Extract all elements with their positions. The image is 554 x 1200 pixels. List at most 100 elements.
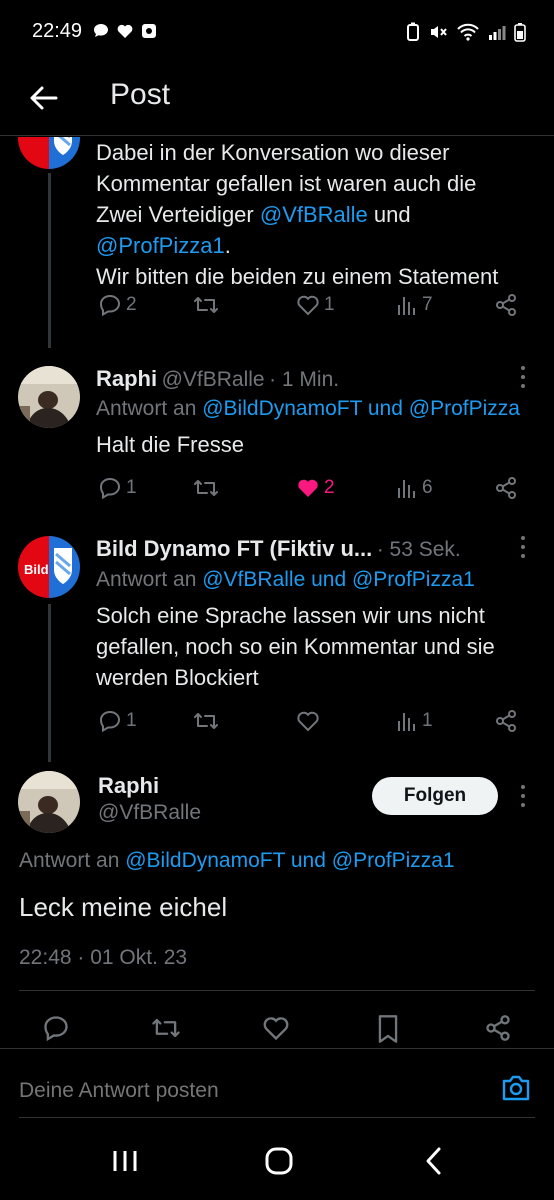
page-title: Post [110, 78, 171, 111]
tweet-text-line: gefallen, noch so ein Kommentar und sie [96, 634, 495, 659]
app-header: Post [0, 64, 554, 136]
reply-prefix: Antwort an [96, 397, 203, 420]
repost-icon[interactable] [150, 1014, 182, 1042]
divider [19, 990, 535, 991]
mute-icon [431, 26, 447, 38]
home-icon[interactable] [264, 1146, 294, 1176]
views-icon [398, 297, 415, 315]
views-icon [398, 480, 415, 498]
like-count: 1 [324, 294, 335, 315]
battery-icon [514, 23, 526, 42]
more-icon[interactable] [520, 536, 526, 558]
tweet-text-line: werden Blockiert [96, 665, 259, 690]
back-icon[interactable] [422, 1146, 446, 1176]
post-text: Leck meine eichel [19, 892, 228, 922]
more-icon[interactable] [520, 785, 526, 807]
reply-count: 1 [126, 710, 137, 731]
tweet-text-line: Zwei Verteidiger @VfBRalle und [96, 199, 498, 230]
thread-tweet[interactable]: Bild Bild Dynamo FT (Fiktiv u... · 53 Se… [0, 532, 554, 764]
reply-icon [99, 710, 121, 733]
author-name[interactable]: Raphi [96, 366, 157, 391]
tweet-actions: 1 1 [98, 709, 518, 739]
status-time: 22:49 [32, 20, 83, 42]
status-notification-icons [92, 22, 158, 40]
post-timestamp: 22:48 · 01 Okt. 23 [19, 946, 188, 969]
share-button[interactable] [494, 709, 518, 733]
repost-icon [194, 297, 218, 313]
svg-text:Bild: Bild [24, 562, 49, 577]
mention-link[interactable]: @ProfPizza1 [96, 233, 225, 258]
battery-saver-icon [407, 22, 419, 41]
reply-icon[interactable] [42, 1014, 70, 1042]
views-button[interactable]: 6 [396, 476, 433, 500]
reply-icon [99, 477, 121, 500]
status-system-icons [406, 22, 526, 42]
repost-button[interactable] [192, 476, 220, 500]
tweet-text-line: @ProfPizza1. [96, 230, 498, 261]
tweet-text: Halt die Fresse [96, 432, 244, 457]
text-fragment: Zwei Verteidiger [96, 202, 260, 227]
reply-context: Antwort an @VfBRalle und @ProfPizza1 [96, 568, 475, 592]
bookmark-icon[interactable] [375, 1014, 401, 1044]
reply-context: Antwort an @BildDynamoFT und @ProfPizza1 [19, 849, 455, 873]
chat-bubble-icon [94, 24, 108, 37]
author-handle[interactable]: @VfBRalle [162, 368, 265, 391]
author-name[interactable]: Raphi [98, 773, 159, 799]
views-count: 1 [422, 710, 433, 731]
author-handle[interactable]: @VfBRalle [98, 801, 201, 825]
text-fragment: und [367, 202, 411, 227]
heart-status-icon [117, 24, 133, 38]
share-button[interactable] [494, 476, 518, 500]
thread-tweet[interactable]: Dabei in der Konversation wo dieser Komm… [0, 137, 554, 359]
views-button[interactable]: 1 [396, 709, 433, 733]
heart-icon[interactable] [262, 1014, 290, 1042]
avatar[interactable] [18, 771, 80, 833]
like-button[interactable]: 1 [296, 293, 335, 317]
repost-icon [194, 713, 218, 729]
reply-prefix: Antwort an [19, 849, 126, 872]
signal-icon [489, 26, 506, 40]
tweet-text: Solch eine Sprache lassen wir uns nicht … [96, 600, 495, 693]
mention-link[interactable]: @VfBRalle [260, 202, 368, 227]
reply-input[interactable] [19, 1073, 459, 1109]
like-button[interactable] [296, 709, 320, 733]
tweet-text-line: Dabei in der Konversation wo dieser [96, 140, 450, 165]
avatar[interactable] [18, 137, 80, 169]
camera-icon[interactable] [500, 1073, 532, 1103]
reply-icon [99, 294, 121, 317]
share-icon[interactable] [484, 1014, 512, 1042]
reply-button[interactable]: 1 [98, 476, 137, 500]
avatar[interactable]: Bild [18, 536, 80, 598]
reply-mentions[interactable]: @BildDynamoFT und @ProfPizza [202, 397, 520, 420]
wifi-icon [457, 23, 479, 41]
heart-icon [297, 295, 319, 316]
share-button[interactable] [494, 293, 518, 317]
reply-button[interactable]: 2 [98, 293, 137, 317]
follow-button[interactable]: Folgen [372, 777, 498, 815]
tweet-time: · 1 Min. [269, 368, 340, 391]
reply-mentions[interactable]: @VfBRalle und @ProfPizza1 [202, 568, 475, 591]
tweet-text-line: Wir bitten die beiden zu einem Statement [96, 264, 499, 289]
user-photo-icon [18, 366, 80, 428]
views-button[interactable]: 7 [396, 293, 433, 317]
author-name[interactable]: Bild Dynamo FT (Fiktiv u... [96, 536, 372, 561]
views-count: 6 [422, 477, 433, 498]
post-actions [0, 1010, 554, 1046]
like-button[interactable]: 2 [296, 476, 335, 500]
like-count: 2 [324, 477, 335, 498]
reply-mentions[interactable]: @BildDynamoFT und @ProfPizza1 [125, 849, 454, 872]
avatar[interactable] [18, 366, 80, 428]
repost-icon [194, 480, 218, 496]
share-icon [496, 294, 516, 316]
thread-tweet[interactable]: Raphi @VfBRalle · 1 Min. Antwort an @Bil… [0, 360, 554, 530]
user-photo-icon [18, 771, 80, 833]
bild-logo-icon: Bild [18, 536, 80, 598]
recent-apps-icon[interactable] [110, 1148, 140, 1174]
arrow-left-icon[interactable] [26, 80, 62, 116]
more-icon[interactable] [520, 366, 526, 388]
repost-button[interactable] [192, 709, 220, 733]
reply-button[interactable]: 1 [98, 709, 137, 733]
status-bar: 22:49 [0, 0, 554, 64]
repost-button[interactable] [192, 293, 220, 317]
tweet-text-line: Kommentar gefallen ist waren auch die [96, 171, 477, 196]
